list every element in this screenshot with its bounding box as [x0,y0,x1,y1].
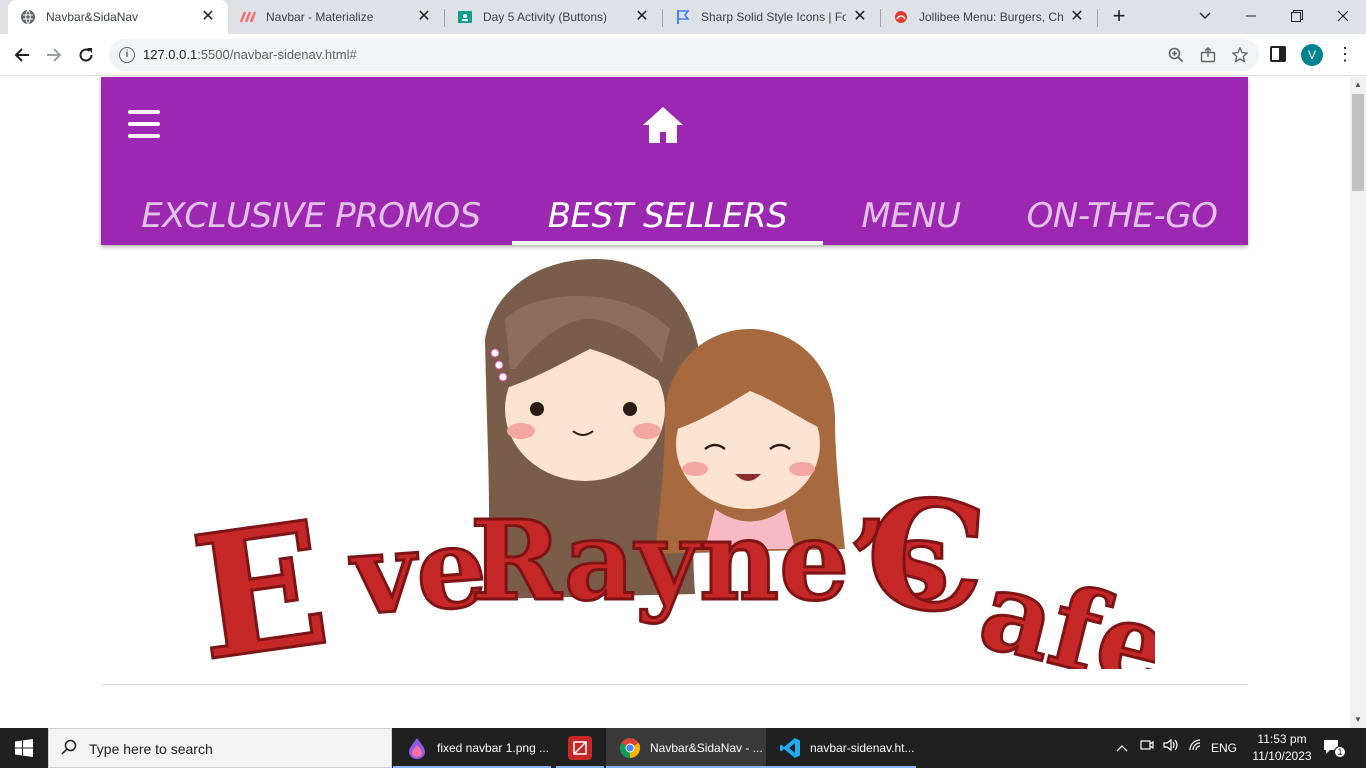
scroll-up-arrow-icon[interactable]: ▲ [1350,77,1366,93]
materialize-icon [240,9,256,25]
active-tab-indicator [512,241,823,245]
hamburger-menu-icon[interactable] [128,110,160,138]
svg-text:E: E [185,484,339,669]
tab-on-the-go[interactable]: On-the-go [1006,187,1238,245]
page-viewport: Exclusive Promos Best Sellers Menu On-th… [0,77,1350,728]
more-menu-icon[interactable]: ⋮ [1336,42,1354,66]
browser-tab-navbar-sidanav[interactable]: Navbar&SidaNav ✕ [8,0,228,34]
taskbar-app-chrome[interactable]: Navbar&SidaNav - ... [606,728,766,768]
tab-title: Navbar&SidaNav [46,10,139,24]
tab-search-chevron-icon[interactable] [1182,0,1228,32]
jollibee-icon [893,9,909,25]
vertical-scrollbar[interactable]: ▲ ▼ [1350,77,1366,728]
tab-title: Navbar - Materialize [266,10,374,24]
scroll-down-arrow-icon[interactable]: ▼ [1350,712,1366,728]
notifications-icon[interactable]: 1 [1322,738,1346,758]
svg-text:ve: ve [346,502,491,640]
classroom-icon [457,9,473,25]
clock-date: 11/10/2023 [1252,749,1312,763]
close-tab-icon[interactable]: ✕ [200,9,216,25]
share-icon[interactable] [1198,45,1218,65]
url-path: :5500/navbar-sidenav.html# [197,47,357,62]
chrome-icon [618,736,642,760]
wifi-icon[interactable] [1185,728,1207,768]
browser-tab-sharp-icons[interactable]: Sharp Solid Style Icons | Font ✕ [663,0,880,34]
windows-start-icon[interactable] [0,728,48,768]
close-tab-icon[interactable]: ✕ [416,9,432,25]
reload-icon[interactable] [72,41,100,69]
svg-text:afe: afe [969,544,1155,669]
search-placeholder: Type here to search [89,741,213,757]
forward-arrow-icon[interactable] [40,41,68,69]
browser-tab-day5-activity[interactable]: Day 5 Activity (Buttons) ✕ [445,0,662,34]
tab-exclusive-promos[interactable]: Exclusive Promos [121,187,501,245]
tab-separator [1097,9,1098,27]
paint3d-icon [405,736,429,760]
scrollbar-thumb[interactable] [1352,94,1364,191]
restore-window-icon[interactable] [1274,0,1320,32]
taskbar-app-label: Navbar&SidaNav - ... [650,741,763,755]
taskbar-app-vscode[interactable]: navbar-sidenav.ht... [766,728,916,768]
new-tab-button[interactable]: + [1106,5,1132,29]
cafe-logo: E ve Rayne’s C afe [181,259,1184,716]
close-tab-icon[interactable]: ✕ [1069,9,1085,25]
notification-count: 1 [1334,746,1346,758]
home-icon[interactable] [642,105,684,145]
taskbar-app-label: navbar-sidenav.ht... [810,741,915,755]
navbar: Exclusive Promos Best Sellers Menu On-th… [101,77,1248,245]
tab-menu[interactable]: Menu [836,187,986,245]
taskbar-search-box[interactable]: Type here to search [48,728,392,768]
close-tab-icon[interactable]: ✕ [634,9,650,25]
minimize-window-icon[interactable] [1228,0,1274,32]
svg-text:C: C [860,464,991,648]
tab-title: Jollibee Menu: Burgers, Chic [919,10,1063,24]
volume-icon[interactable] [1160,728,1182,768]
flag-icon [675,9,691,25]
tab-best-sellers[interactable]: Best Sellers [512,187,823,245]
close-window-icon[interactable] [1320,0,1366,32]
profile-avatar[interactable]: V [1301,44,1323,66]
vscode-icon [778,736,802,760]
system-clock[interactable]: 11:53 pm 11/10/2023 [1244,731,1320,765]
show-hidden-icons-chevron-icon[interactable] [1112,728,1132,768]
input-language[interactable]: ENG [1208,728,1240,768]
close-tab-icon[interactable]: ✕ [852,9,868,25]
content-divider [101,684,1248,685]
windows-taskbar: Type here to search fixed navbar 1.png .… [0,728,1366,768]
back-arrow-icon[interactable] [8,41,36,69]
url-host: 127.0.0.1 [143,47,198,62]
browser-toolbar: i 127.0.0.1:5500/navbar-sidenav.html# V … [0,34,1366,76]
browser-tab-materialize[interactable]: Navbar - Materialize ✕ [228,0,444,34]
side-panel-icon[interactable] [1270,46,1286,62]
snipping-icon [568,736,592,760]
tab-title: Sharp Solid Style Icons | Font [701,10,846,24]
tab-strip: Navbar&SidaNav ✕ Navbar - Materialize ✕ … [0,0,1366,34]
address-bar[interactable]: i 127.0.0.1:5500/navbar-sidenav.html# [109,39,1259,71]
zoom-icon[interactable] [1166,45,1186,65]
taskbar-app-label: fixed navbar 1.png ... [437,741,550,755]
browser-tab-jollibee[interactable]: Jollibee Menu: Burgers, Chic ✕ [881,0,1097,34]
taskbar-app-paint3d[interactable]: fixed navbar 1.png ... [393,728,551,768]
tab-title: Day 5 Activity (Buttons) [483,10,608,24]
site-info-icon[interactable]: i [119,47,135,63]
nav-tabs: Exclusive Promos Best Sellers Menu On-th… [101,187,1248,245]
clock-time: 11:53 pm [1257,732,1307,746]
globe-icon [20,9,36,25]
taskbar-app-snipping[interactable] [556,728,604,768]
url-text[interactable]: 127.0.0.1:5500/navbar-sidenav.html# [143,47,357,62]
bookmark-star-icon[interactable] [1230,45,1250,65]
search-icon [61,739,77,760]
meet-now-icon[interactable] [1136,728,1158,768]
